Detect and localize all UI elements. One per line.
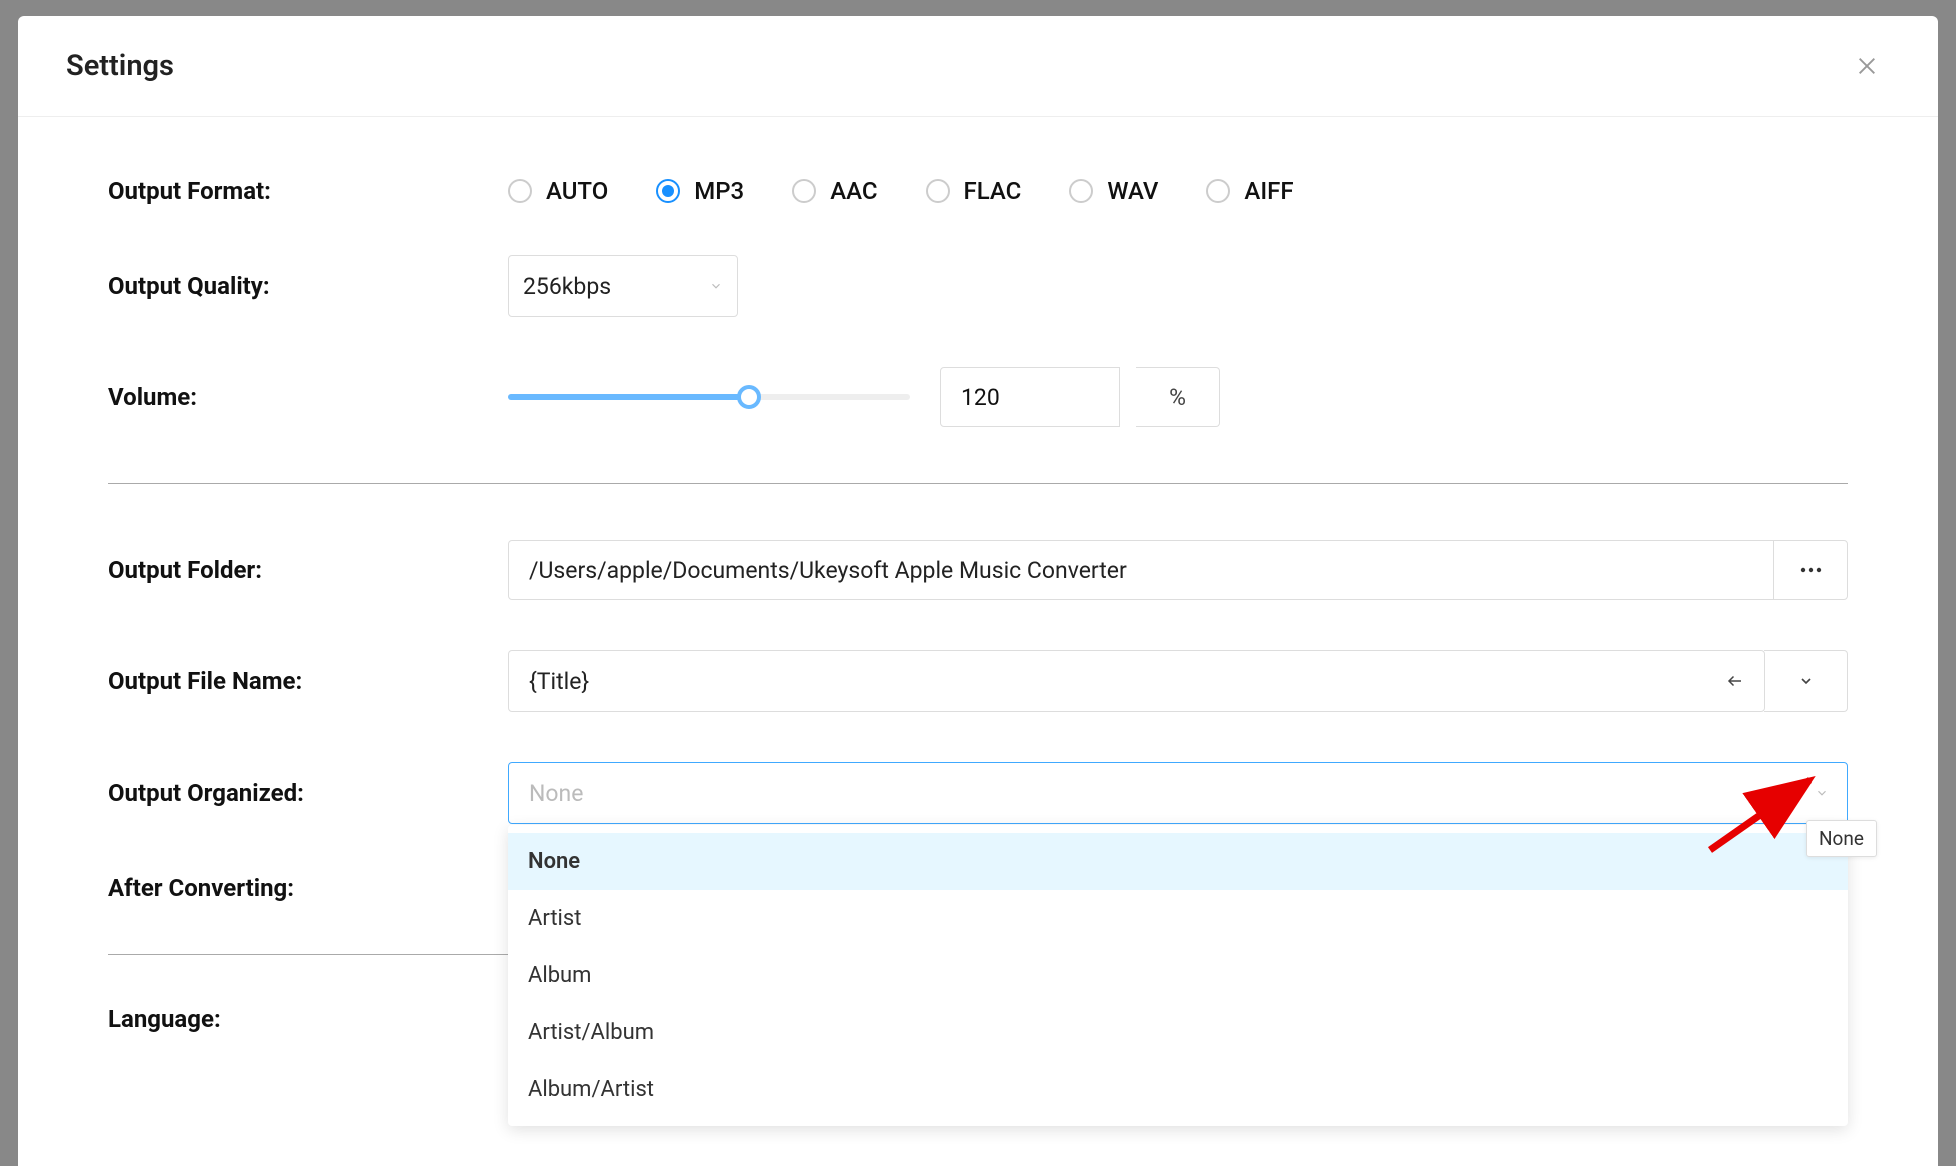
output-file-name-input[interactable]: {Title}: [508, 650, 1765, 712]
dropdown-item-artist-album[interactable]: Artist/Album: [508, 1004, 1848, 1061]
chevron-down-icon: [1798, 673, 1814, 689]
radio-circle-icon: [792, 179, 816, 203]
section-divider-2: [108, 954, 528, 955]
radio-circle-icon: [656, 179, 680, 203]
slider-thumb[interactable]: [737, 385, 761, 409]
label-language: Language:: [108, 1005, 508, 1033]
file-name-template-dropdown[interactable]: [1764, 650, 1848, 712]
volume-suffix: %: [1136, 367, 1220, 427]
radio-label: FLAC: [964, 177, 1022, 205]
output-file-name-value: {Title}: [529, 668, 589, 695]
settings-modal: Settings Output Format: AUTO MP3: [18, 16, 1938, 1166]
dropdown-item-artist[interactable]: Artist: [508, 890, 1848, 947]
output-quality-controls: 256kbps: [508, 255, 1848, 317]
label-output-file-name: Output File Name:: [108, 667, 508, 695]
output-format-radio-group: AUTO MP3 AAC FLAC: [508, 177, 1294, 205]
dropdown-item-none[interactable]: None: [508, 833, 1848, 890]
ellipsis-icon: [1800, 567, 1822, 573]
row-output-organized: Output Organized: None None Artist Album…: [108, 762, 1848, 824]
tooltip-none: None: [1806, 820, 1877, 857]
volume-input[interactable]: 120: [940, 367, 1120, 427]
section-divider: [108, 483, 1848, 484]
radio-wav[interactable]: WAV: [1069, 177, 1158, 205]
modal-header: Settings: [18, 16, 1938, 117]
radio-label: AIFF: [1244, 177, 1293, 205]
arrow-left-icon[interactable]: [1724, 672, 1746, 690]
label-output-organized: Output Organized:: [108, 779, 508, 807]
output-quality-value: 256kbps: [523, 273, 611, 300]
row-output-file-name: Output File Name: {Title}: [108, 650, 1848, 712]
row-output-format: Output Format: AUTO MP3 AAC: [108, 177, 1848, 205]
close-icon: [1856, 55, 1878, 77]
label-after-converting: After Converting:: [108, 874, 508, 902]
modal-title: Settings: [66, 49, 174, 83]
output-file-name-controls: {Title}: [508, 650, 1848, 712]
radio-auto[interactable]: AUTO: [508, 177, 608, 205]
output-organized-placeholder: None: [529, 780, 583, 807]
radio-mp3[interactable]: MP3: [656, 177, 744, 205]
row-output-quality: Output Quality: 256kbps: [108, 255, 1848, 317]
radio-label: WAV: [1107, 177, 1158, 205]
label-output-folder: Output Folder:: [108, 556, 508, 584]
browse-folder-button[interactable]: [1773, 541, 1847, 599]
volume-value: 120: [961, 384, 1000, 411]
row-volume: Volume: 120 %: [108, 367, 1848, 427]
volume-controls: 120 %: [508, 367, 1848, 427]
radio-label: AUTO: [546, 177, 608, 205]
close-button[interactable]: [1850, 46, 1890, 86]
chevron-down-icon: [1815, 786, 1829, 800]
radio-circle-icon: [926, 179, 950, 203]
radio-circle-icon: [1069, 179, 1093, 203]
radio-circle-icon: [508, 179, 532, 203]
output-organized-dropdown: None Artist Album Artist/Album Album/Art…: [508, 825, 1848, 1126]
label-volume: Volume:: [108, 383, 508, 411]
output-folder-input-group: /Users/apple/Documents/Ukeysoft Apple Mu…: [508, 540, 1848, 600]
slider-fill: [508, 394, 749, 400]
dropdown-item-album-artist[interactable]: Album/Artist: [508, 1061, 1848, 1118]
output-quality-select[interactable]: 256kbps: [508, 255, 738, 317]
output-folder-input[interactable]: /Users/apple/Documents/Ukeysoft Apple Mu…: [509, 541, 1773, 599]
dropdown-item-album[interactable]: Album: [508, 947, 1848, 1004]
label-output-quality: Output Quality:: [108, 272, 508, 300]
row-output-folder: Output Folder: /Users/apple/Documents/Uk…: [108, 540, 1848, 600]
output-organized-select[interactable]: None None Artist Album Artist/Album Albu…: [508, 762, 1848, 824]
modal-body: Output Format: AUTO MP3 AAC: [18, 117, 1938, 1115]
radio-aiff[interactable]: AIFF: [1206, 177, 1293, 205]
radio-label: AAC: [830, 177, 877, 205]
radio-label: MP3: [694, 177, 744, 205]
radio-circle-icon: [1206, 179, 1230, 203]
chevron-down-icon: [709, 279, 723, 293]
volume-slider[interactable]: [508, 394, 910, 400]
radio-flac[interactable]: FLAC: [926, 177, 1022, 205]
output-folder-controls: /Users/apple/Documents/Ukeysoft Apple Mu…: [508, 540, 1848, 600]
output-format-controls: AUTO MP3 AAC FLAC: [508, 177, 1848, 205]
radio-aac[interactable]: AAC: [792, 177, 877, 205]
label-output-format: Output Format:: [108, 177, 508, 205]
